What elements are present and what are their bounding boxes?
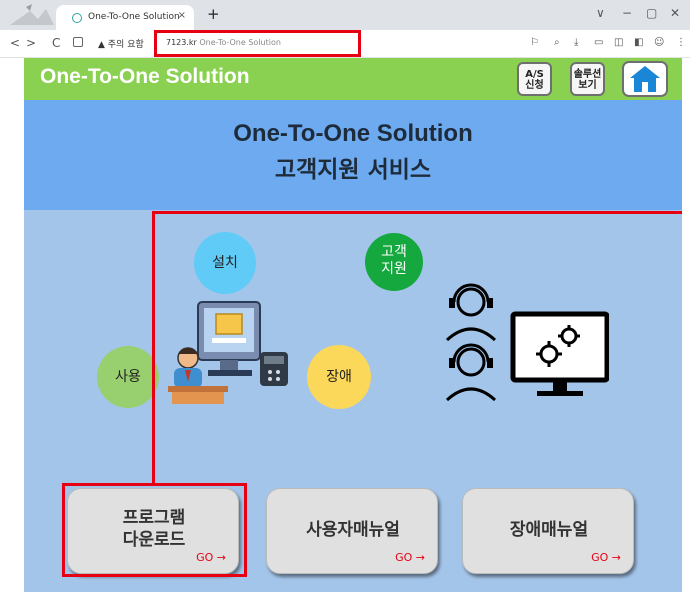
annotation-line-top [152, 211, 682, 214]
agent-at-computer-icon [168, 301, 288, 404]
screenshot-icon[interactable]: ◫ [614, 37, 623, 48]
search-icon[interactable]: ⌕ [554, 37, 560, 48]
site-title[interactable]: One-To-One Solution [40, 65, 250, 89]
site-header: One-To-One Solution A/S 신청 솔루션 보기 [24, 58, 682, 100]
solution-view-button[interactable]: 솔루션 보기 [570, 62, 605, 96]
download-highlight-box [62, 483, 247, 577]
translate-icon[interactable]: ⚐ [530, 37, 539, 48]
tab-search-icon[interactable]: ∨ [596, 6, 605, 20]
url-highlight-box [154, 30, 361, 57]
browser-tab-bar: One-To-One Solution × + ∨ − ▢ ✕ [0, 0, 690, 30]
support-circle: 고객 지원 [365, 233, 423, 291]
security-warning[interactable]: ▲ 주의 요함 [98, 37, 144, 50]
install-circle: 설치 [194, 232, 256, 294]
as-request-label-1: A/S [525, 69, 544, 80]
site-info-icon[interactable] [73, 37, 83, 47]
support-agents-icon [445, 283, 609, 402]
page-content: One-To-One Solution A/S 신청 솔루션 보기 One-To… [24, 58, 682, 592]
go-arrow-link[interactable]: GO → [395, 551, 425, 564]
install-label: 설치 [212, 255, 238, 271]
as-request-button[interactable]: A/S 신청 [517, 62, 552, 96]
cast-icon[interactable]: ▭ [594, 37, 603, 48]
more-menu-icon[interactable]: ⋮ [676, 37, 686, 48]
user-manual-button[interactable]: 사용자매뉴얼 GO → [266, 488, 438, 574]
fault-manual-label: 장애매뉴얼 [509, 520, 589, 540]
annotation-line-left [152, 211, 155, 486]
tab-title: One-To-One Solution [88, 12, 180, 22]
support-label-1: 고객 [381, 244, 407, 260]
browser-tab[interactable]: One-To-One Solution × [56, 5, 194, 30]
new-tab-button[interactable]: + [207, 5, 220, 23]
solution-view-label-1: 솔루션 [573, 69, 602, 80]
minimize-button[interactable]: − [622, 6, 632, 20]
user-manual-label: 사용자매뉴얼 [306, 520, 400, 540]
forward-button[interactable]: > [26, 36, 36, 50]
sidebar-icon[interactable]: ◧ [634, 37, 643, 48]
maximize-button[interactable]: ▢ [646, 6, 657, 20]
home-button[interactable] [622, 61, 668, 97]
download-icon[interactable]: ⤓ [574, 37, 578, 48]
banner-title: One-To-One Solution [233, 120, 473, 147]
banner-subtitle: 고객지원 서비스 [274, 157, 432, 183]
use-circle: 사용 [97, 346, 159, 408]
reload-button[interactable]: C [52, 36, 60, 50]
fault-manual-button[interactable]: 장애매뉴얼 GO → [462, 488, 634, 574]
profile-icon[interactable]: ☺ [654, 37, 664, 48]
bird-logo-icon [10, 4, 54, 25]
use-label: 사용 [115, 369, 141, 385]
fault-label: 장애 [326, 369, 352, 385]
fault-circle: 장애 [307, 345, 371, 409]
as-request-label-2: 신청 [525, 80, 544, 91]
home-icon [630, 66, 660, 92]
tab-favicon-icon [72, 13, 82, 23]
hero-banner: One-To-One Solution 고객지원 서비스 [24, 100, 682, 210]
tab-close-icon[interactable]: × [178, 10, 186, 21]
go-arrow-link[interactable]: GO → [591, 551, 621, 564]
solution-view-label-2: 보기 [578, 80, 597, 91]
support-label-2: 지원 [381, 261, 407, 277]
back-button[interactable]: < [10, 36, 20, 50]
close-window-button[interactable]: ✕ [670, 6, 680, 20]
